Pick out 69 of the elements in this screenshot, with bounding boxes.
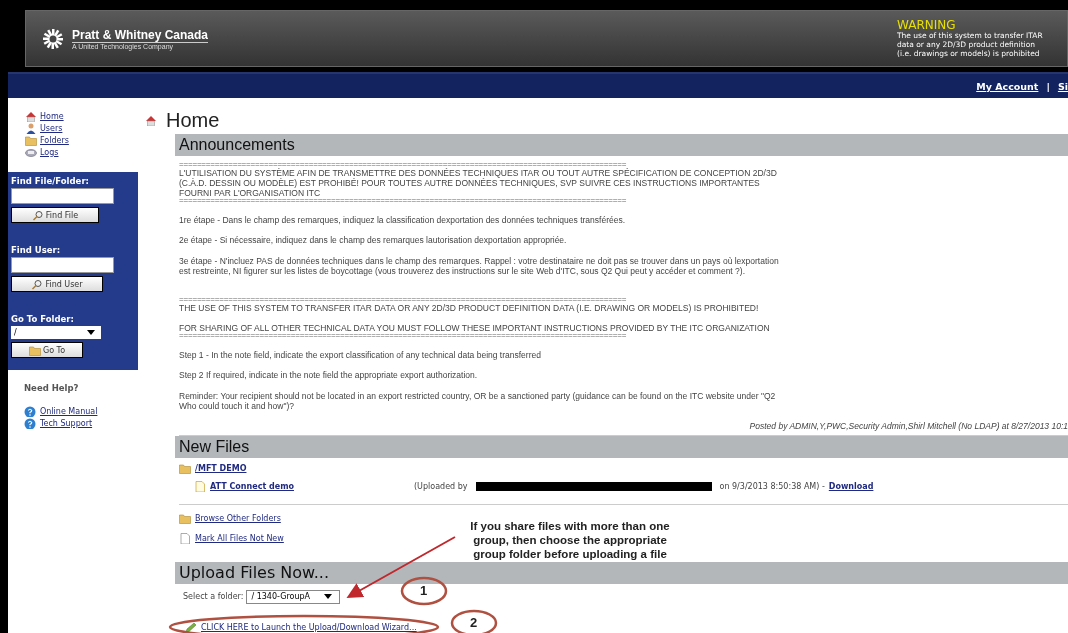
pencil-icon — [185, 621, 197, 633]
house-icon — [145, 114, 157, 126]
search-button[interactable]: Find User — [11, 276, 103, 292]
file-link[interactable]: ATT Connect demo — [210, 482, 410, 491]
announcement-text: 3e étape - N'incluez PAS de données techniques dans le champ des remarques. Rappel : votre destinataire ne doit pas se trouver dans un pays où lexportation est restreinte, NI figurer sur les listes de boycottage (vous trouverez des instructions sur le site Web d'ITC, sous Q2 Qui peut y accéder et comment ?). — [179, 255, 779, 276]
step-number: 1 — [420, 583, 428, 598]
announcement-text: Step 2 If required, indicate in the note field the appropriate export authorization. — [179, 370, 479, 380]
company-name: Pratt & Whitney Canada — [72, 27, 209, 43]
announcement-text: 1re étape - Dans le champ des remarques, indiquez la classification dexportation des données techniques transférées. — [179, 214, 627, 225]
announcement-text: FOR SHARING OF ALL OTHER TECHNICAL DATA YOU MUST FOLLOW THESE IMPORTANT INSTRUCTIONS PROVIDED BY THE ITC ORGANIZATION — [179, 323, 771, 333]
step-number: 2 — [470, 615, 478, 630]
help-icon — [24, 417, 36, 429]
announcement-text: Step 1 - In the note field, indicate the export classification of any technical data being transferred — [179, 349, 542, 360]
search-icon — [31, 278, 44, 290]
help-icon — [24, 405, 36, 417]
folder-icon — [28, 344, 41, 356]
section-title: Upload Files Now... — [179, 563, 329, 582]
field-label: Find User: — [11, 245, 62, 255]
field-label: Find File/Folder: — [11, 176, 90, 186]
separator-line: ==================================================================================================== — [179, 296, 628, 303]
action-link[interactable]: Browse Other Folders — [195, 514, 281, 523]
folder-dropdown[interactable]: / — [11, 326, 101, 339]
page-icon — [179, 533, 191, 544]
sidebar-link[interactable]: Folders — [25, 135, 138, 146]
separator-line: ==================================================================================================== — [179, 198, 628, 204]
folder-icon — [179, 513, 191, 524]
warning-title: WARNING — [897, 19, 957, 31]
upload-date: on 9/3/2013 8:50:38 AM) - — [719, 482, 825, 491]
announcement-text: 2e étape - Si nécessaire, indiquez dans le champ des remarques lautorisation dexportation appropriée. — [179, 235, 568, 245]
callout-text: If you share files with more than one group, then choose the appropriate group folder before uploading a file — [469, 519, 671, 561]
search-icon — [31, 209, 44, 221]
disk-icon — [25, 147, 37, 158]
folder-dropdown[interactable]: / 1340-GroupA — [246, 589, 341, 604]
posted-by-text: Posted by ADMIN,Y,PWC,Security Admin,Shirl Mitchell (No LDAP) at 8/27/2013 10:1 — [179, 420, 1068, 436]
search-button[interactable]: Go To — [11, 342, 83, 358]
search-button[interactable]: Find File — [11, 207, 99, 223]
account-link[interactable]: Si — [1057, 80, 1068, 92]
document-icon — [194, 481, 206, 492]
announcement-text: THE USE OF THIS SYSTEM TO TRANSFER ITAR DATA OR ANY 2D/3D PRODUCT DEFINITION DATA (I.E. DRAWING OR MODELS) IS PROHIBITED! — [179, 302, 760, 313]
separator-line: ==================================================================================================== — [179, 333, 628, 339]
account-link[interactable]: My Account — [976, 80, 1039, 92]
nav-separator: | — [1046, 80, 1050, 92]
sidebar-link[interactable]: Logs — [25, 147, 138, 158]
sidebar-link[interactable]: Home — [25, 111, 138, 122]
upload-info: (Uploaded by — [414, 482, 468, 491]
action-link[interactable]: Mark All Files Not New — [195, 534, 284, 543]
folder-icon — [179, 463, 191, 474]
wizard-link[interactable]: CLICK HERE to Launch the Upload/Download Wizard... — [201, 622, 417, 632]
field-label: Go To Folder: — [11, 314, 75, 324]
text-input[interactable] — [11, 257, 114, 273]
field-label: Select a folder: — [183, 592, 244, 601]
separator-line: ==================================================================================================== — [179, 162, 627, 168]
help-heading: Need Help? — [24, 383, 80, 393]
sidebar-link[interactable]: Users — [25, 123, 138, 134]
annotation-circle — [400, 576, 448, 606]
section-title: Announcements — [179, 136, 295, 154]
page-title: Home — [166, 108, 220, 132]
announcement-text: L'UTILISATION DU SYSTÈME AFIN DE TRANSMETTRE DES DONNÉES TECHNIQUES ITAR OU TOUT AUTRE SPÉCIFICATION DE CONCEPTION 2D/3D (C.À.D. DESSIN OU MODÈLE) EST PROHIBÉ! POUR TOUTES AUTRE DONNÉES TECHNIQUES, SVP SUIVRE CES INSTRUCTIONS IMPORTANTES FOURNI PAR L'ORGANISATION ITC — [179, 168, 778, 198]
folder-link[interactable]: /MFT DEMO — [195, 464, 247, 473]
section-title: New Files — [179, 437, 250, 456]
help-link[interactable]: Tech Support — [24, 417, 138, 429]
download-link[interactable]: Download — [828, 482, 874, 491]
help-link[interactable]: Online Manual — [24, 405, 138, 417]
text-input[interactable] — [11, 188, 114, 204]
announcement-text: Reminder: Your recipient should not be located in an export restricted country, OR be a sanctioned party (guidance can be found on the ITC website under "Q2 Who could touch it and how")? — [179, 390, 777, 411]
turbine-logo-icon — [40, 27, 66, 50]
folder-icon — [25, 135, 37, 146]
user-icon — [25, 123, 37, 134]
house-icon — [25, 111, 37, 122]
